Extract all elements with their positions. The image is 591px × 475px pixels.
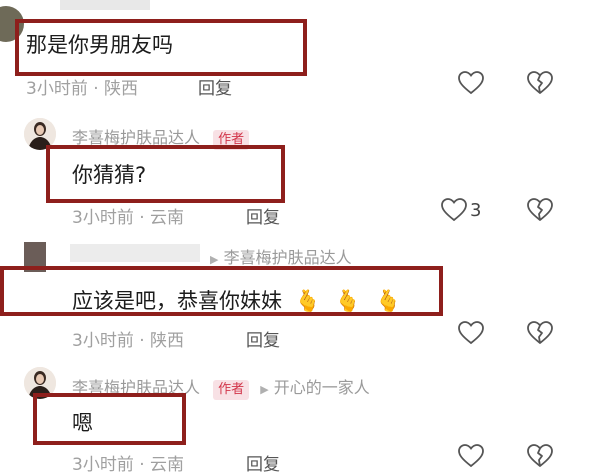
broken-heart-icon[interactable] (527, 444, 553, 468)
highlight-box (15, 19, 307, 76)
username-blurred (70, 244, 200, 262)
broken-heart-icon[interactable] (527, 71, 553, 95)
heart-icon[interactable] (458, 444, 484, 468)
heart-icon[interactable] (441, 198, 467, 222)
heart-icon[interactable] (458, 321, 484, 345)
reply-arrow-icon: ▶ (260, 383, 269, 396)
like-count: 3 (470, 200, 482, 221)
broken-heart-icon[interactable] (527, 321, 553, 345)
highlight-box (46, 145, 285, 203)
heart-icon[interactable] (458, 71, 484, 95)
reply-button[interactable]: 回复 (246, 326, 280, 351)
comment-meta: 3小时前 · 陕西 (26, 79, 139, 99)
comment-meta: 3小时前 · 陕西 (72, 331, 185, 351)
reply-to-name[interactable]: 开心的一家人 (274, 378, 370, 397)
highlight-box (0, 266, 443, 316)
author-badge: 作者 (213, 380, 250, 400)
broken-heart-icon[interactable] (527, 198, 553, 222)
comment-meta: 3小时前 · 云南 (72, 455, 185, 475)
reply-to-header: ▶ 李喜梅护肤品达人 (210, 244, 352, 268)
username-blurred (60, 0, 150, 10)
reply-button[interactable]: 回复 (246, 450, 280, 475)
reply-to-name[interactable]: 李喜梅护肤品达人 (224, 248, 352, 267)
reply-arrow-icon: ▶ (210, 253, 219, 266)
reply-button[interactable]: 回复 (198, 74, 232, 99)
reply-button[interactable]: 回复 (246, 203, 280, 228)
highlight-box (33, 393, 186, 445)
comment-meta: 3小时前 · 云南 (72, 208, 185, 228)
